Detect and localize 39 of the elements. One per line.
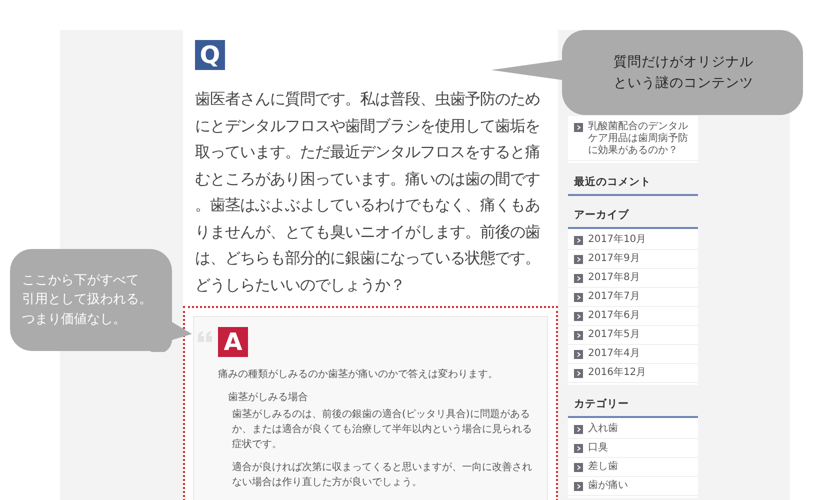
callout-text: 引用として扱われる。 xyxy=(22,291,152,310)
answer-heading: 歯茎がしみる場合 xyxy=(227,390,309,405)
chevron-square-icon xyxy=(574,293,583,302)
sidebar-link[interactable]: 入れ歯 xyxy=(588,423,618,435)
callout-text: 質問だけがオリジナル xyxy=(614,53,754,72)
sidebar-link[interactable]: 2017年4月 xyxy=(588,348,640,360)
answer-paragraph: 適合が良ければ次第に収まってくると思いますが、一向に改善されない場合は作り直した方が良いでしょう。 xyxy=(231,460,533,490)
chevron-square-icon xyxy=(574,444,583,453)
chevron-square-icon xyxy=(574,274,583,283)
chevron-square-icon xyxy=(574,123,583,132)
sidebar-link[interactable]: 歯が痛い xyxy=(588,480,628,492)
sidebar-link[interactable]: 2017年8月 xyxy=(588,272,640,284)
sidebar-link[interactable]: 2016年12月 xyxy=(588,367,646,379)
answer-badge: A xyxy=(218,327,248,357)
widget-title: 最近のコメント xyxy=(568,163,698,196)
chevron-square-icon xyxy=(574,236,583,245)
chevron-square-icon xyxy=(574,463,583,472)
sidebar-link[interactable]: 2017年5月 xyxy=(588,329,640,341)
callout-text: つまり価値なし。 xyxy=(22,310,126,329)
chevron-square-icon xyxy=(574,312,583,321)
sidebar-link[interactable]: 2017年7月 xyxy=(588,291,640,303)
question-text: 歯医者さんに質問です。私は普段、虫歯予防のためにとデンタルフロスや歯間ブラシを使用して歯垢を取っています。ただ最近デンタルフロスをすると痛むところがあり困っています。痛いのは歯の間です。歯茎はぶよぶよしているわけでもなく、痛くもありませんが、とても臭いニオイがします。前後の歯は、どちらも部分的に銀歯になっている状態です。どうしらたいいのでしょうか？ xyxy=(195,89,541,296)
chevron-square-icon xyxy=(574,482,583,491)
callout-text: という謎のコンテンツ xyxy=(614,74,754,92)
chevron-square-icon xyxy=(574,369,583,378)
answer-paragraph: 痛みの種類がしみるのか歯茎が痛いのかで答えは変わります。 xyxy=(217,368,499,382)
chevron-square-icon xyxy=(574,350,583,359)
recent-post-link[interactable]: 乳酸菌配合のデンタルケア用品は歯周病予防に効果があるのか？ xyxy=(588,121,692,157)
question-badge: Q xyxy=(195,40,225,70)
chevron-square-icon xyxy=(574,255,583,264)
chevron-square-icon xyxy=(574,425,583,434)
sidebar-link[interactable]: 2017年10月 xyxy=(588,234,646,246)
sidebar-link[interactable]: 2017年9月 xyxy=(588,253,640,265)
answer-paragraph: 歯茎がしみるのは、前後の銀歯の適合(ピッタリ具合)に問題があるか、または適合が良くても治療して半年以内という場合に見られる症状です。 xyxy=(231,408,533,452)
chevron-square-icon xyxy=(574,331,583,340)
callout-text: ここから下がすべて xyxy=(22,272,139,290)
sidebar-link[interactable]: 差し歯 xyxy=(588,461,618,473)
sidebar-link[interactable]: 2017年6月 xyxy=(588,310,640,322)
sidebar-link[interactable]: 口臭 xyxy=(588,442,608,454)
